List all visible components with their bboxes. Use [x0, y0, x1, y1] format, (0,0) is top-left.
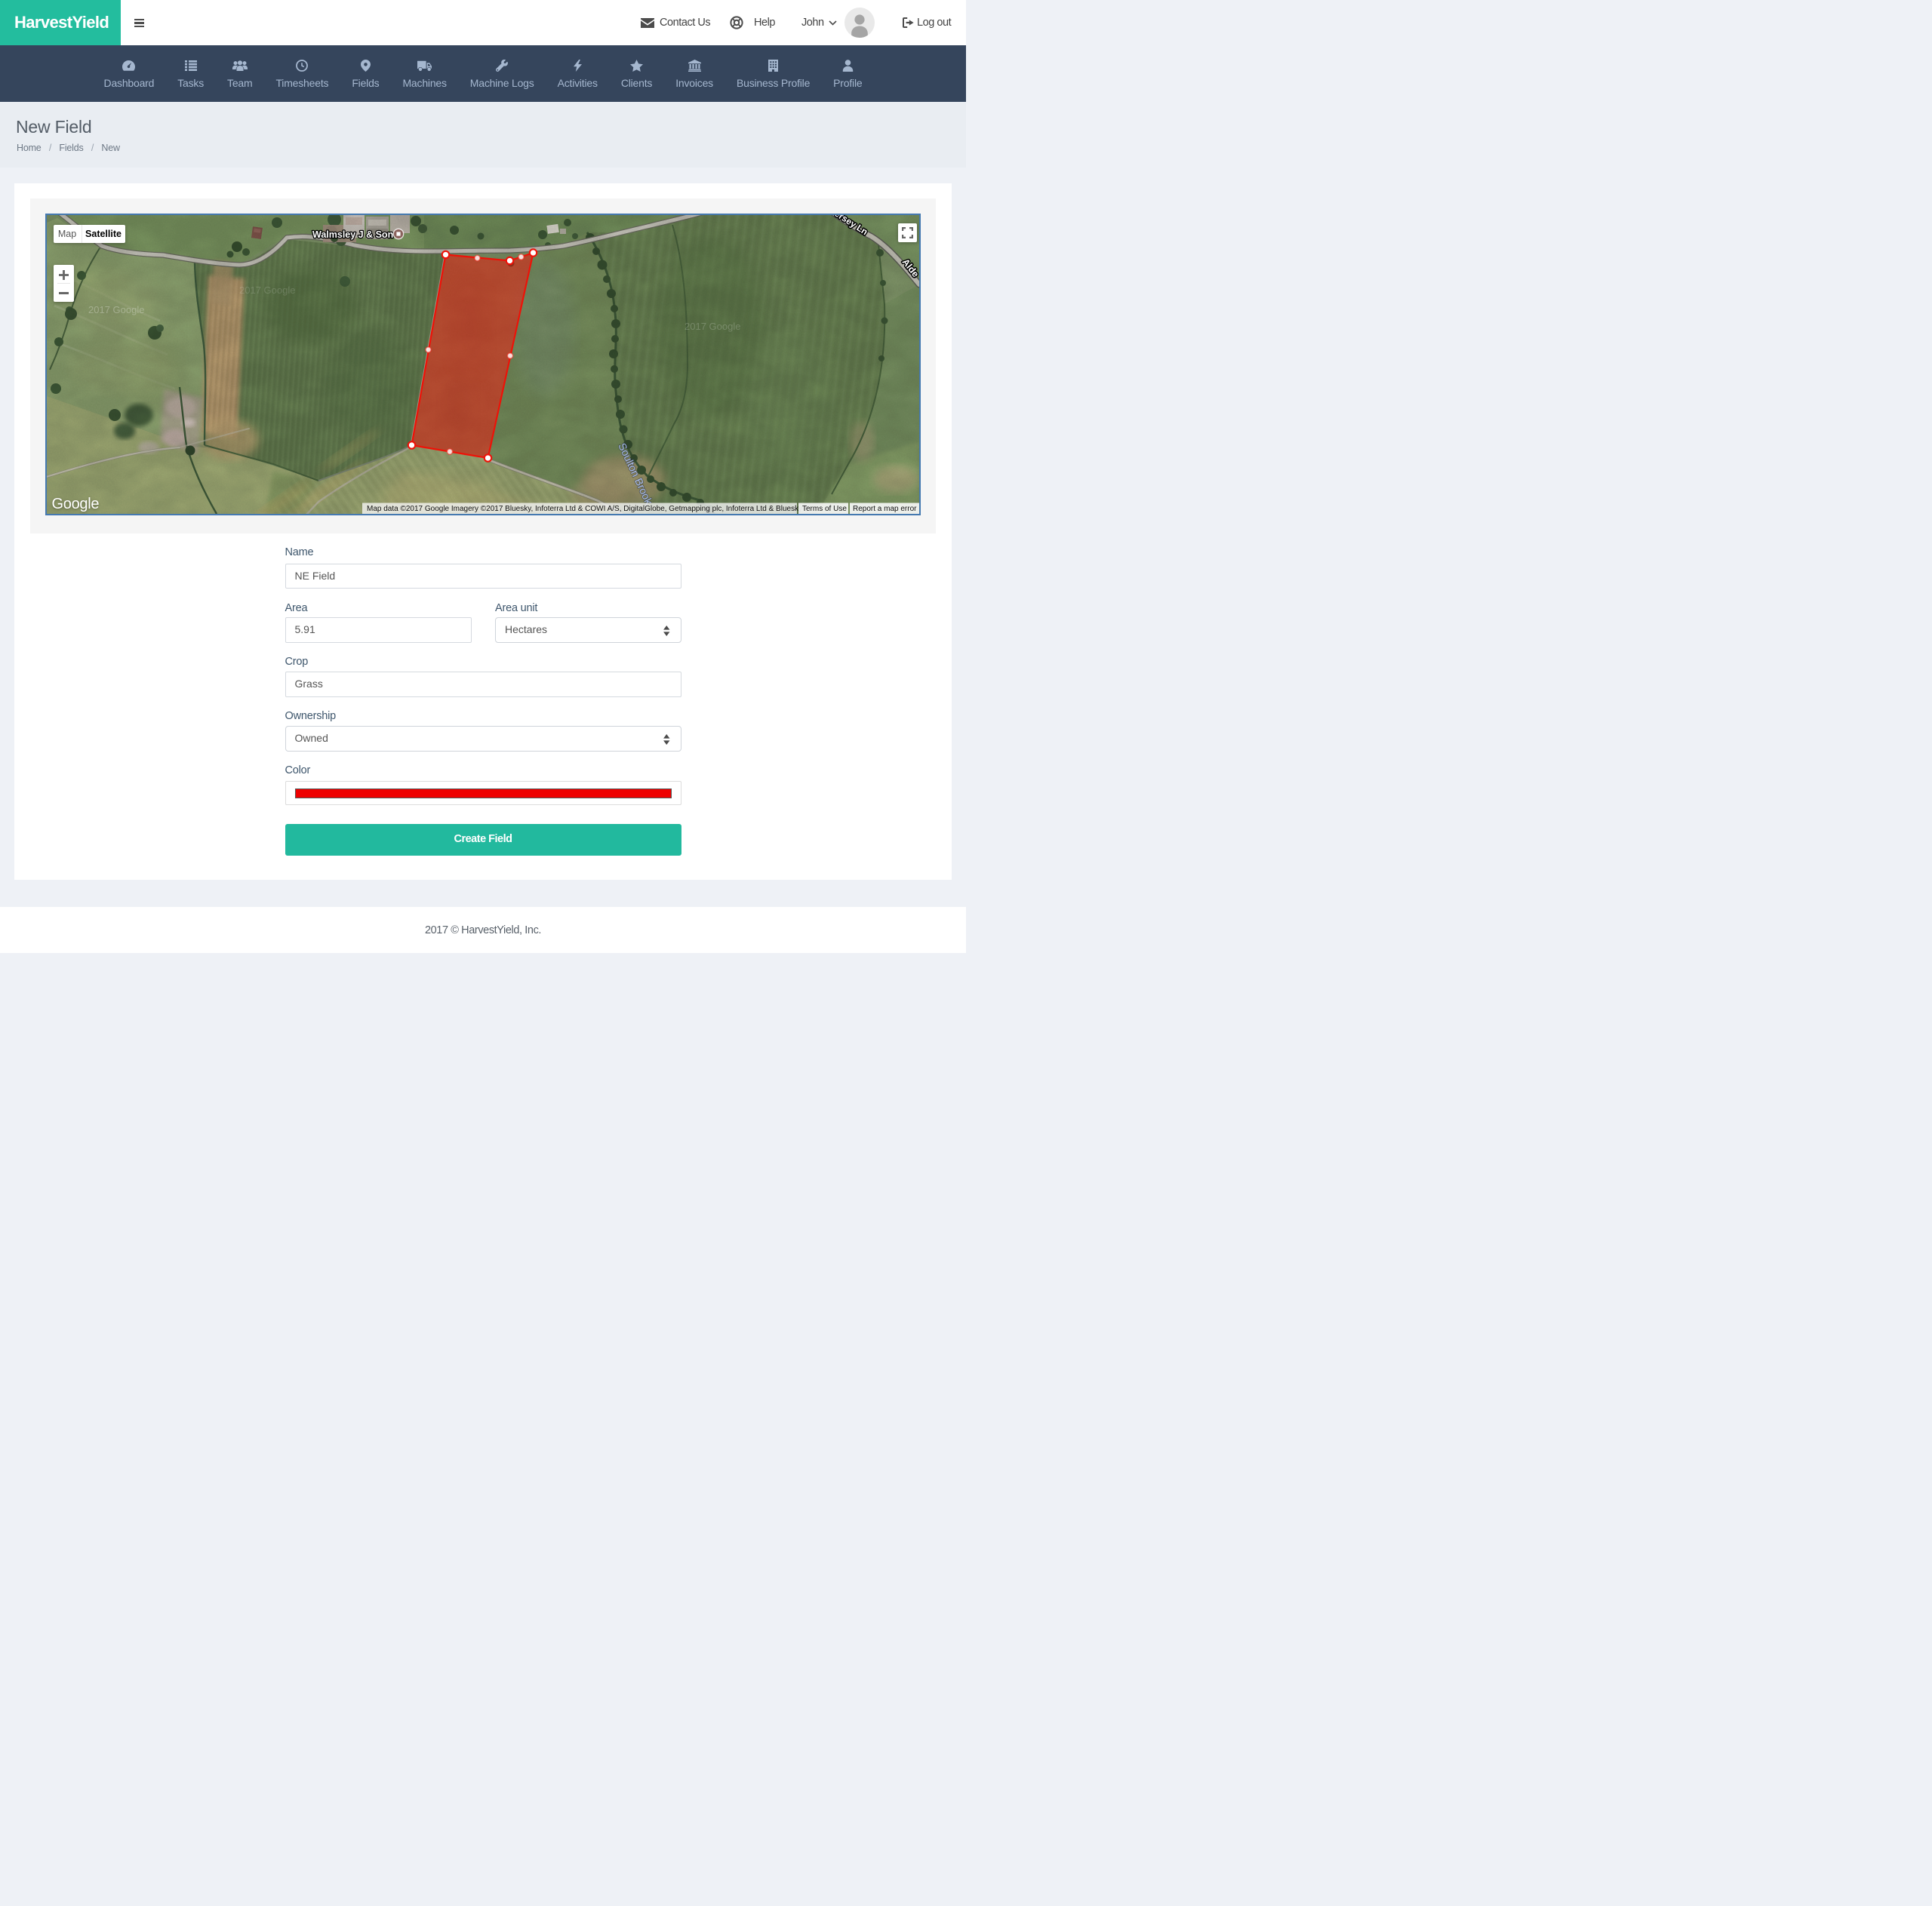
svg-text:Map data ©2017 Google Imagery: Map data ©2017 Google Imagery ©2017 Blue…	[367, 505, 802, 513]
svg-text:2017 Google: 2017 Google	[88, 304, 144, 315]
svg-text:Terms of Use: Terms of Use	[802, 505, 847, 513]
svg-text:Walmsley J & Son: Walmsley J & Son	[312, 229, 393, 240]
svg-text:2017 Google: 2017 Google	[239, 284, 295, 296]
svg-text:Report a map error: Report a map error	[853, 505, 917, 513]
svg-text:2017 Google: 2017 Google	[685, 321, 740, 332]
